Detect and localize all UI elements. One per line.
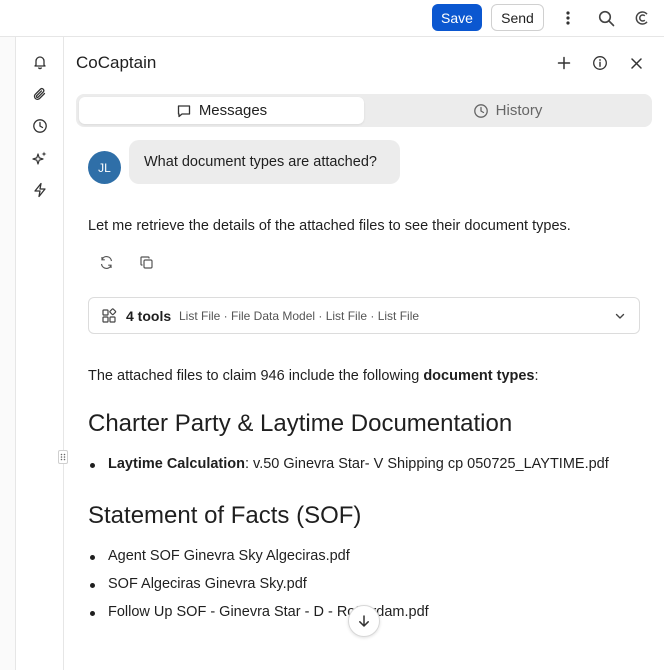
icon-rail <box>16 37 64 670</box>
bell-icon[interactable] <box>30 52 50 72</box>
section-heading: Statement of Facts (SOF) <box>88 502 362 529</box>
list-item-text: : v.50 Ginevra Star- V Shipping cp 05072… <box>244 456 609 472</box>
paperclip-icon[interactable] <box>30 84 50 104</box>
list-item: Agent SOF Ginevra Sky Algeciras.pdf <box>90 548 350 564</box>
assistant-reply-text: Let me retrieve the details of the attac… <box>88 218 571 234</box>
save-button[interactable]: Save <box>432 4 482 31</box>
sparkles-icon[interactable] <box>30 148 50 168</box>
list-item: Follow Up SOF - Ginevra Star - D - Rotte… <box>90 604 429 620</box>
refresh-icon[interactable] <box>97 253 115 271</box>
tools-accordion[interactable]: 4 tools List File · File Data Model · Li… <box>88 297 640 334</box>
answer-intro-prefix: The attached files to claim 946 include … <box>88 368 424 384</box>
more-vertical-icon[interactable] <box>557 7 579 29</box>
tools-list: List File · File Data Model · List File … <box>179 309 420 323</box>
clock-icon[interactable] <box>30 116 50 136</box>
tab-bar: Messages History <box>76 94 652 127</box>
cocaptain-logo-icon[interactable] <box>631 7 653 29</box>
close-icon[interactable] <box>625 52 647 74</box>
chevron-down-icon[interactable] <box>611 307 629 325</box>
list-item-label: Laytime Calculation <box>108 456 245 472</box>
answer-intro-suffix: : <box>534 368 539 384</box>
info-icon[interactable] <box>589 52 611 74</box>
arrow-down-icon <box>357 614 371 628</box>
list-item: SOF Algeciras Ginevra Sky.pdf <box>90 576 307 592</box>
cocaptain-panel: CoCaptain Messages History JL What docum… <box>64 37 664 670</box>
clock-icon <box>473 103 489 119</box>
left-edge-panel <box>0 37 16 670</box>
tab-history[interactable]: History <box>366 97 649 124</box>
message-square-icon <box>176 103 192 119</box>
section-heading: Charter Party & Laytime Documentation <box>88 410 513 437</box>
user-message-text: What document types are attached? <box>144 154 377 170</box>
scroll-to-bottom-button[interactable] <box>348 605 380 637</box>
blocks-icon <box>100 307 118 325</box>
search-icon[interactable] <box>595 7 617 29</box>
tab-history-label: History <box>495 102 543 119</box>
tools-count: 4 tools <box>126 308 172 324</box>
panel-title: CoCaptain <box>76 53 157 72</box>
send-button[interactable]: Send <box>491 4 544 31</box>
copy-icon[interactable] <box>137 253 155 271</box>
tab-messages[interactable]: Messages <box>79 97 364 124</box>
answer-intro: The attached files to claim 946 include … <box>88 368 539 384</box>
top-bar: Save Send <box>0 0 664 37</box>
tab-messages-label: Messages <box>198 102 268 119</box>
avatar: JL <box>88 151 121 184</box>
list-item: Laytime Calculation: v.50 Ginevra Star- … <box>90 456 609 472</box>
plus-icon[interactable] <box>553 52 575 74</box>
lightning-icon[interactable] <box>30 180 50 200</box>
answer-intro-bold: document types <box>423 368 535 384</box>
user-message-bubble: What document types are attached? <box>129 140 400 184</box>
